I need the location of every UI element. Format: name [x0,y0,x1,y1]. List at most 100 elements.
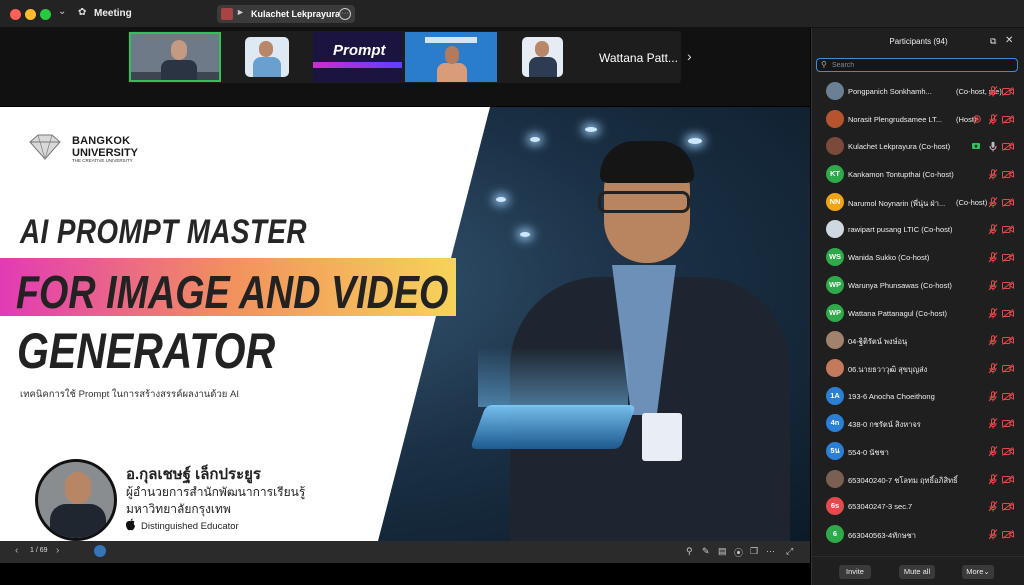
mic-muted-icon[interactable] [988,390,998,402]
pointer-icon[interactable] [94,545,106,557]
camera-off-icon[interactable] [1002,87,1014,96]
invite-button[interactable]: Invite [839,565,871,579]
avatar [221,8,233,20]
camera-off-icon[interactable] [1002,170,1014,179]
award-label: Distinguished Educator [141,521,239,532]
mic-muted-icon[interactable] [988,196,998,208]
participant-name: Wattana Pattanagul (Co-host) [848,308,947,318]
previous-slide-icon[interactable]: ‹ [15,545,18,556]
chevron-down-icon[interactable]: ⌄ [58,6,66,17]
camera-off-icon[interactable] [1002,336,1014,346]
mic-muted-icon[interactable] [988,279,998,291]
captions-icon[interactable]: ▤ [718,546,727,557]
recording-icon [973,114,981,123]
participant-role: (Co-host) [956,197,988,207]
participant-name: 04-ฐิติรัตน์ พงษ์อนุ [848,337,908,347]
participant-row[interactable]: WP Warunya Phunsawas (Co-host) [812,272,1024,300]
mic-muted-icon[interactable] [988,418,998,429]
camera-off-icon[interactable] [1002,114,1014,124]
camera-off-icon[interactable] [1002,225,1014,235]
video-tile-avatar[interactable] [522,37,563,77]
zoom-icon[interactable]: ⚲ [686,546,693,557]
avatar [826,358,844,377]
participant-row[interactable]: 6 663040563-4ทักษชา [812,521,1024,549]
participant-name: Pongpanich Sonkhamh... [848,87,932,96]
annotate-icon[interactable]: ✎ [702,546,710,557]
video-tile-name[interactable]: Wattana Patt... [599,51,678,65]
participant-name: 554-0 นัชชา [848,447,889,457]
tablet-illustration [469,405,637,449]
fullscreen-icon[interactable]: ⤢ [786,546,793,557]
participant-row[interactable]: 04-ฐิติรัตน์ พงษ์อนุ [812,327,1024,355]
mic-muted-icon[interactable] [988,473,998,485]
participant-row[interactable]: NN Narumol Noynarin (พี่นุ่น ฝ่า... (Co-ho… [812,189,1024,217]
camera-off-icon[interactable] [1002,142,1014,152]
mic-muted-icon[interactable] [988,446,998,457]
screen-share-indicator[interactable]: ► Kulachet Lekprayura's sc ··· [217,5,355,23]
close-icon[interactable]: ✕ [1005,35,1013,46]
camera-off-icon[interactable] [1002,363,1014,373]
mic-muted-icon[interactable] [988,252,998,263]
more-options-icon[interactable]: ··· [339,8,351,20]
shared-slide: BANGKOK UNIVERSITY THE CREATIVE UNIVERSI… [0,107,810,541]
participant-row[interactable]: KT Kankamon Tontupthai (Co-host) [812,161,1024,189]
chevron-right-icon[interactable]: › [687,48,692,64]
participant-row[interactable]: 6s 653040247-3 sec.7 [812,493,1024,521]
minimize-window-button[interactable] [25,9,36,20]
screen-share-icon [972,143,980,150]
camera-off-icon[interactable] [1002,197,1014,207]
zoom-window-button[interactable] [40,9,51,20]
participant-row[interactable]: Pongpanich Sonkhamh... (Co-host, me) [812,78,1024,106]
participant-row[interactable]: Kulachet Lekprayura (Co-host) [812,133,1024,161]
mic-muted-icon[interactable] [988,224,998,235]
participant-row[interactable]: 1A 193-6 Anocha Choeithong [812,383,1024,411]
camera-off-icon[interactable] [1002,502,1014,512]
avatar: 6 [826,525,844,543]
mic-muted-icon[interactable] [988,363,998,374]
close-window-button[interactable] [10,9,21,20]
camera-off-icon[interactable] [1002,280,1014,290]
mic-muted-icon[interactable] [988,501,998,512]
layout-icon[interactable]: ❐ [750,546,758,557]
participant-row[interactable]: 5น 554-0 นัชชา [812,438,1024,466]
participant-row[interactable]: WP Wattana Pattanagul (Co-host) [812,300,1024,328]
mic-muted-icon[interactable] [988,113,998,125]
camera-off-icon[interactable] [1002,530,1014,539]
participant-row[interactable]: rawipart pusang LTIC (Co-host) [812,216,1024,244]
participant-row[interactable]: 653040240-7 ชโลทม ฤทธิ์อภิสิทธิ์ [812,466,1024,494]
mic-icon[interactable] [988,141,998,152]
mic-muted-icon[interactable] [988,169,998,180]
speaker-icon: ► [236,7,245,17]
avatar: WS [826,248,844,267]
camera-off-icon[interactable] [1002,391,1014,401]
camera-off-icon[interactable] [1002,419,1014,429]
mic-muted-icon[interactable] [988,335,998,346]
participant-row[interactable]: 06.นายธวาวุฒิ สุขบุญส่ง [812,355,1024,383]
camera-off-icon[interactable] [1002,474,1014,484]
video-tile-presenter[interactable] [405,32,497,82]
participant-row[interactable]: 4n 438-0 กชรัตน์ สิงหาจร [812,410,1024,438]
video-tile-active-speaker[interactable] [129,32,221,82]
camera-off-icon[interactable] [1002,253,1014,263]
next-slide-icon[interactable]: › [56,545,59,556]
popout-icon[interactable]: ⧉ [990,36,996,47]
more-icon[interactable]: ··· [766,546,775,556]
broadcast-icon[interactable]: ⦿ [734,546,743,559]
search-input[interactable] [832,60,1012,70]
participant-row[interactable]: WS Wanida Sukko (Co-host) [812,244,1024,272]
participant-name: Warunya Phunsawas (Co-host) [848,280,952,290]
mute-all-button[interactable]: Mute all [899,565,935,579]
participant-row[interactable]: Norasit Plengrudsamee LT... (Host) [812,106,1024,134]
mic-muted-icon[interactable] [988,529,998,540]
video-tile-prompt-poster[interactable]: Prompt [313,32,402,82]
mic-muted-icon[interactable] [988,86,998,97]
more-button[interactable]: More⌄ [962,565,994,579]
slide-subtitle: เทคนิคการใช้ Prompt ในการสร้างสรรค์ผลงาน… [20,389,239,400]
avatar: KT [826,165,844,184]
participant-name: rawipart pusang LTIC (Co-host) [848,225,953,235]
camera-off-icon[interactable] [1002,308,1014,318]
share-label: Kulachet Lekprayura's sc [251,9,339,19]
video-tile-avatar[interactable] [245,37,289,77]
mic-muted-icon[interactable] [988,307,998,319]
camera-off-icon[interactable] [1002,447,1014,456]
